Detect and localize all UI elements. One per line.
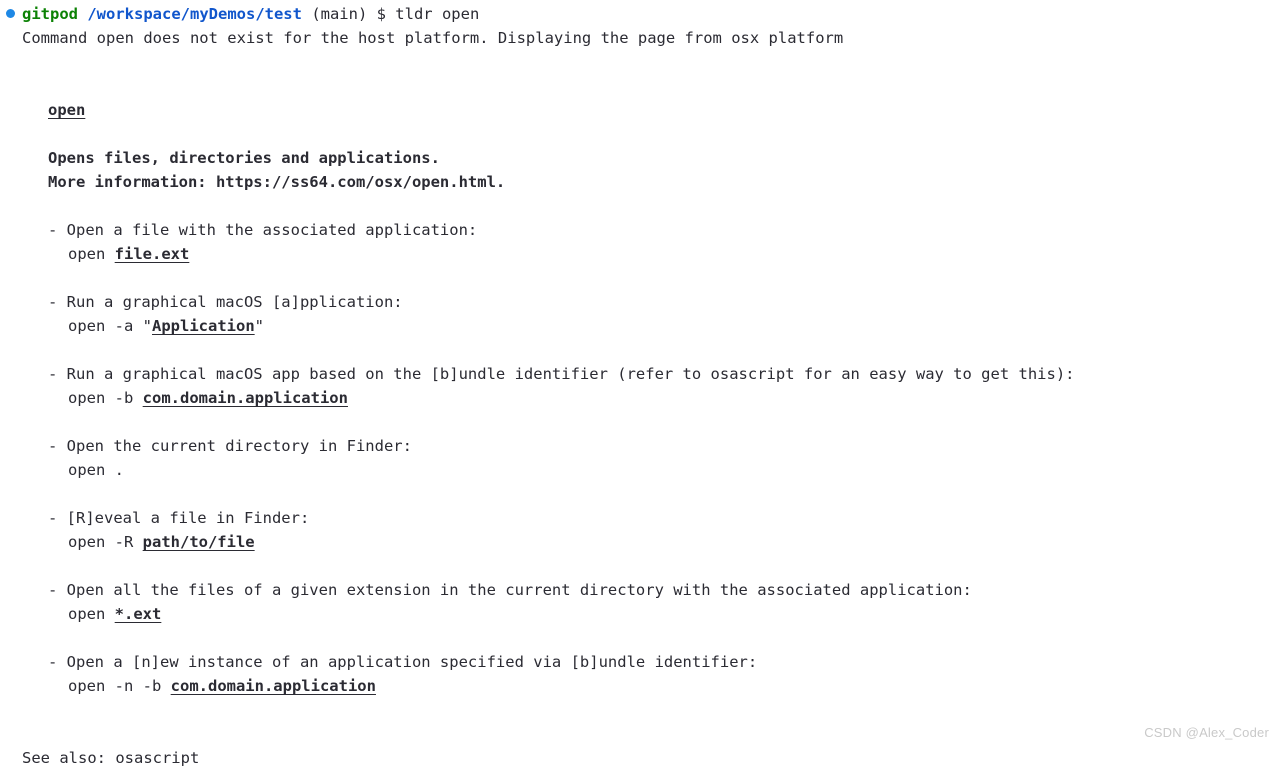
example-command: open -a "Application" [0,314,1277,338]
shell-prompt-line: gitpod /workspace/myDemos/test (main) $ … [0,2,1277,26]
see-also-line: See also: osascript [22,749,200,767]
example-description: - Run a graphical macOS app based on the… [0,362,1277,386]
example-description-text: - Open a [n]ew instance of an applicatio… [48,653,758,671]
example-command: open -n -b com.domain.application [0,674,1277,698]
example-description-text: - Run a graphical macOS [a]pplication: [48,293,403,311]
example-description-text: - Open a file with the associated applic… [48,221,478,239]
example-command: open . [0,458,1277,482]
page-title-line: open [0,98,1277,122]
terminal-output-pane[interactable]: gitpod /workspace/myDemos/test (main) $ … [0,0,1277,767]
example-command: open -R path/to/file [0,530,1277,554]
page-description-line-2: More information: https://ss64.com/osx/o… [0,170,1277,194]
example-command-prefix: open -R [68,533,143,551]
example-description: - Open a [n]ew instance of an applicatio… [0,650,1277,674]
example-command-prefix: open [68,245,115,263]
blue-dot-icon [6,9,15,18]
example-description: - [R]eveal a file in Finder: [0,506,1277,530]
prompt-path: /workspace/myDemos/test [87,5,302,23]
example-description: - Open the current directory in Finder: [0,434,1277,458]
example-command-prefix: open [68,605,115,623]
example-command-prefix: open -n -b [68,677,171,695]
example-command-arg: com.domain.application [142,389,348,407]
example-description: - Open all the files of a given extensio… [0,578,1277,602]
example-command: open file.ext [0,242,1277,266]
example-description: - Open a file with the associated applic… [0,218,1277,242]
platform-notice: Command open does not exist for the host… [22,29,844,47]
example-description-text: - Open the current directory in Finder: [48,437,412,455]
page-description-text: Opens files, directories and application… [48,149,440,167]
page-more-information-text: More information: https://ss64.com/osx/o… [48,173,506,191]
example-description-text: - Open all the files of a given extensio… [48,581,972,599]
example-description: - Run a graphical macOS [a]pplication: [0,290,1277,314]
example-command-suffix: " [254,317,264,335]
example-command-prefix: open -a " [68,317,152,335]
example-description-text: - Run a graphical macOS app based on the… [48,365,1075,383]
example-command-prefix: open -b [68,389,143,407]
page-title: open [48,101,86,119]
page-description-line-1: Opens files, directories and application… [0,146,1277,170]
example-command-prefix: open . [68,461,124,479]
example-command: open -b com.domain.application [0,386,1277,410]
example-command-arg: Application [152,317,255,335]
prompt-user: gitpod [22,5,78,23]
example-description-text: - [R]eveal a file in Finder: [48,509,310,527]
example-command-arg: path/to/file [142,533,255,551]
example-command-arg: com.domain.application [170,677,376,695]
watermark: CSDN @Alex_Coder [1144,725,1269,740]
prompt-command: (main) $ tldr open [301,5,480,23]
example-command-arg: file.ext [114,245,190,263]
example-command: open *.ext [0,602,1277,626]
example-command-arg: *.ext [114,605,162,623]
